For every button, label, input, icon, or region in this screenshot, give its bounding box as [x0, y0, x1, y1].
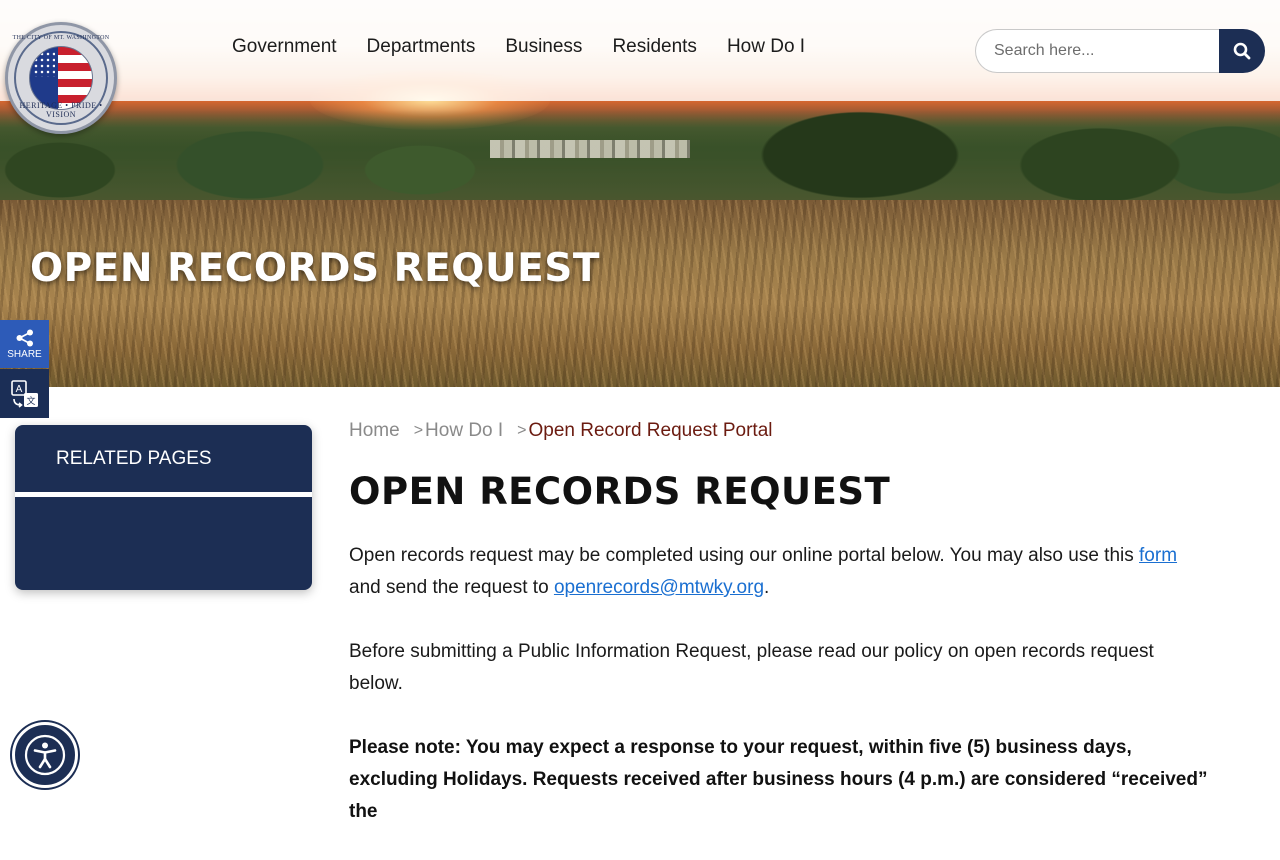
breadcrumb-home[interactable]: Home [349, 420, 400, 442]
nav-item-how-do-i[interactable]: How Do I [717, 30, 815, 68]
breadcrumb: Home > How Do I > Open Record Request Po… [349, 420, 772, 442]
svg-text:A: A [15, 384, 22, 395]
translate-icon: A 文 [10, 379, 38, 408]
related-pages-header: RELATED PAGES [15, 425, 312, 497]
intro-text-end: . [764, 577, 770, 598]
main-nav: Government Departments Business Resident… [222, 30, 825, 68]
nav-item-government[interactable]: Government [222, 30, 347, 68]
nav-item-departments[interactable]: Departments [357, 30, 486, 68]
related-pages-panel: RELATED PAGES [15, 425, 312, 590]
breadcrumb-separator: > [413, 422, 424, 439]
form-link[interactable]: form [1139, 545, 1177, 566]
search-bar [975, 29, 1265, 73]
city-seal-logo[interactable]: THE CITY OF MT. WASHINGTON HERITAGE • PR… [5, 22, 117, 134]
share-icon [16, 329, 33, 346]
breadcrumb-current: Open Record Request Portal [528, 420, 773, 441]
breadcrumb-separator: > [517, 422, 527, 439]
page-content: Open records request may be completed us… [349, 540, 1209, 860]
nav-item-residents[interactable]: Residents [602, 30, 707, 68]
accessibility-icon [24, 734, 66, 776]
search-button[interactable] [1219, 29, 1265, 73]
page-title: OPEN RECORDS REQUEST [349, 470, 891, 513]
logo-arc-text: THE CITY OF MT. WASHINGTON [12, 35, 110, 41]
share-button[interactable]: SHARE [0, 320, 49, 368]
search-input[interactable] [975, 29, 1219, 73]
intro-text: Open records request may be completed us… [349, 545, 1140, 566]
accessibility-button[interactable] [12, 722, 78, 788]
share-label: SHARE [7, 348, 42, 360]
breadcrumb-how-do-i[interactable]: How Do I [425, 420, 503, 442]
intro-paragraph: Open records request may be completed us… [349, 540, 1209, 604]
note-paragraph: Please note: You may expect a response t… [349, 737, 1208, 822]
email-link[interactable]: openrecords@mtwky.org [554, 577, 764, 598]
hero-cornfield [0, 200, 1280, 387]
nav-item-business[interactable]: Business [495, 30, 592, 68]
hero-houses [490, 140, 690, 158]
translate-button[interactable]: A 文 [0, 369, 49, 418]
hero-title: OPEN RECORDS REQUEST [30, 246, 600, 291]
logo-motto: HERITAGE • PRIDE • VISION [19, 101, 103, 119]
search-icon [1233, 42, 1251, 60]
policy-paragraph: Before submitting a Public Information R… [349, 641, 1154, 694]
svg-text:文: 文 [26, 395, 35, 407]
intro-text-2: and send the request to [349, 577, 554, 598]
